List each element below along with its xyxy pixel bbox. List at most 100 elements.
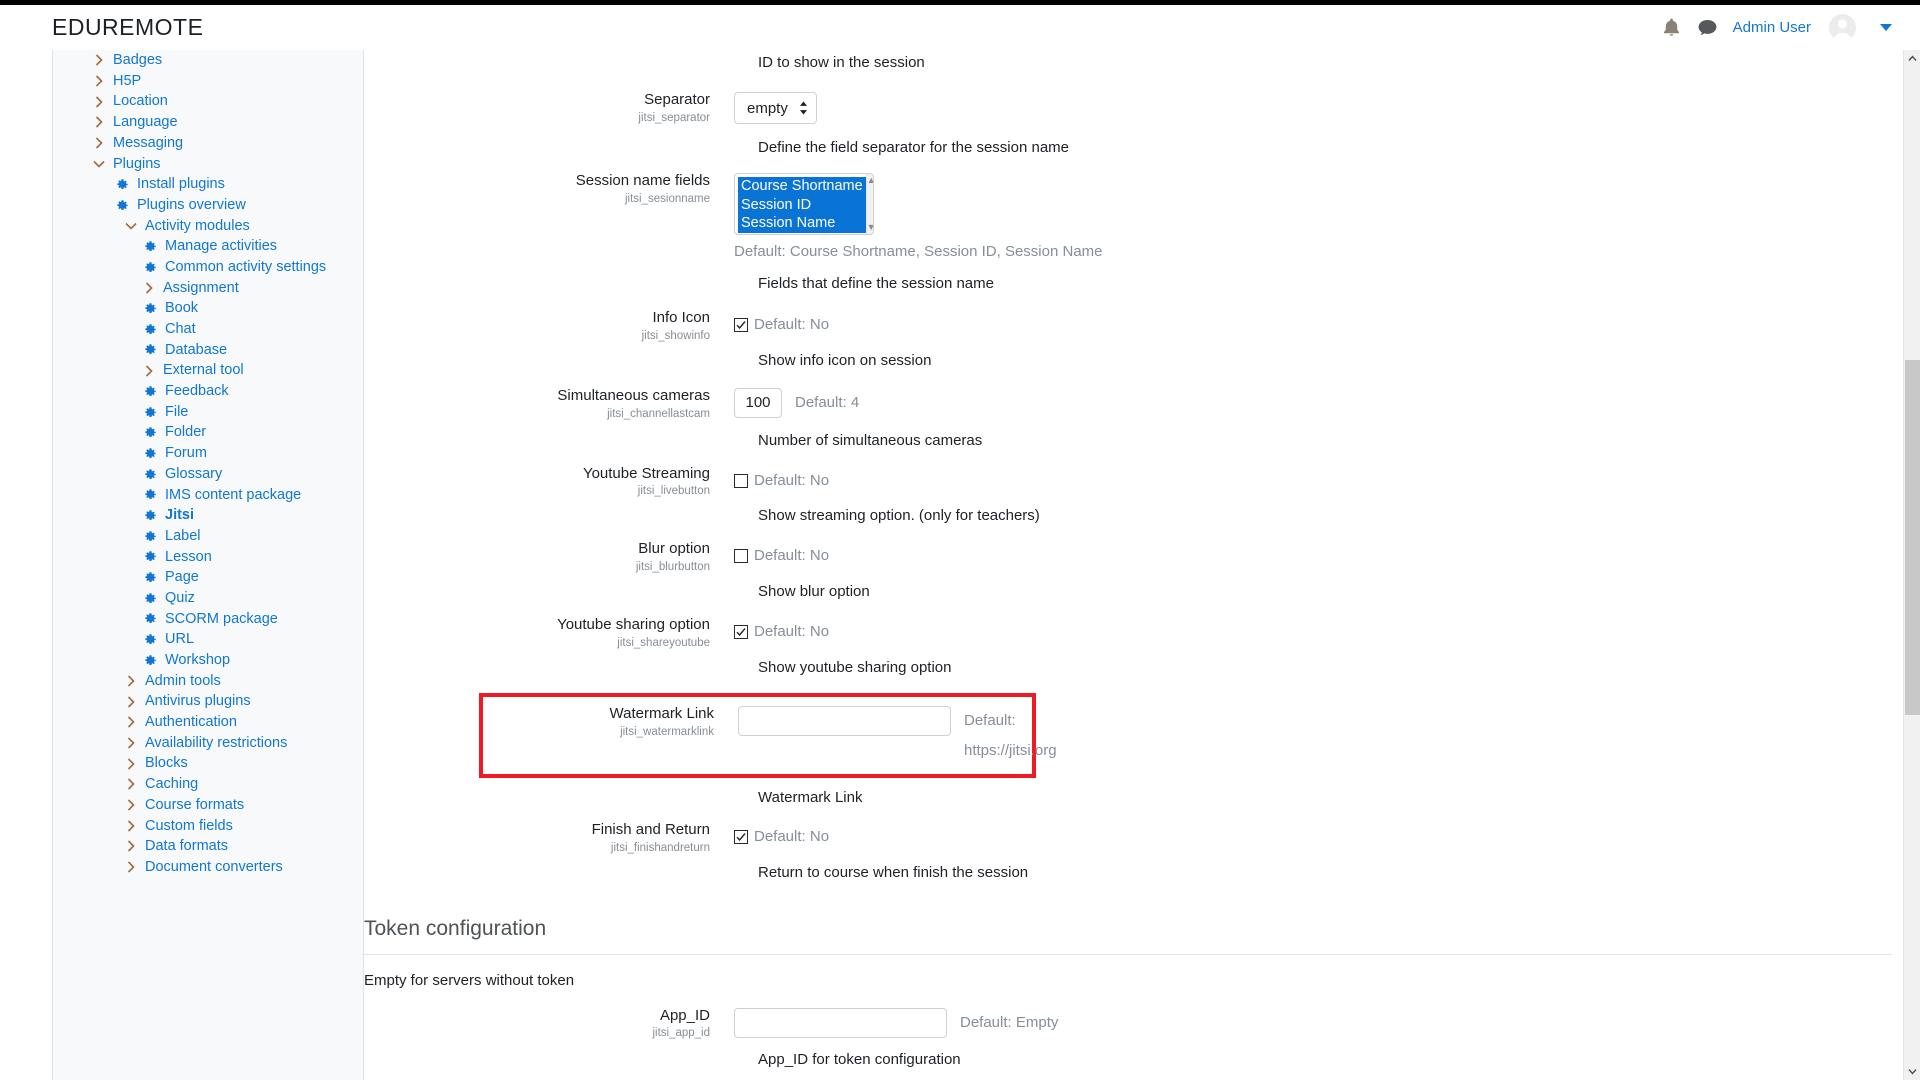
blur-label-col: Blur option jitsi_blurbutton bbox=[364, 540, 734, 573]
listbox-option[interactable]: Session ID bbox=[738, 195, 866, 214]
appid-key: jitsi_app_id bbox=[652, 1027, 710, 1040]
sidebar-item-lesson[interactable]: Lesson bbox=[53, 547, 363, 568]
sidebar-item-file[interactable]: File bbox=[53, 402, 363, 423]
sidebar-item-label: Language bbox=[113, 114, 178, 131]
sidebar-item-course-formats[interactable]: Course formats bbox=[53, 795, 363, 816]
ytshare-checkbox[interactable] bbox=[734, 625, 748, 639]
sidebar-item-feedback[interactable]: Feedback bbox=[53, 381, 363, 402]
blur-default-text: Default: No bbox=[754, 547, 830, 565]
setting-row-session-name-fields: Session name fields jitsi_sesionname Cou… bbox=[364, 172, 1920, 263]
sidebar-item-custom-fields[interactable]: Custom fields bbox=[53, 815, 363, 836]
sidebar-item-glossary[interactable]: Glossary bbox=[53, 464, 363, 485]
sidebar-item-messaging[interactable]: Messaging bbox=[53, 133, 363, 154]
sidebar-item-location[interactable]: Location bbox=[53, 91, 363, 112]
gear-icon bbox=[141, 592, 159, 605]
avatar[interactable] bbox=[1829, 14, 1856, 41]
separator-select[interactable]: empty bbox=[734, 92, 817, 124]
gear-icon bbox=[141, 385, 159, 398]
sidebar-item-quiz[interactable]: Quiz bbox=[53, 588, 363, 609]
sidebar-item-blocks[interactable]: Blocks bbox=[53, 753, 363, 774]
admin-sidebar-nav[interactable]: Badges H5P Location Language Messaging Plugin… bbox=[52, 50, 364, 1080]
sidebar-item-chat[interactable]: Chat bbox=[53, 319, 363, 340]
sidebar-item-folder[interactable]: Folder bbox=[53, 422, 363, 443]
simultaneous-cameras-input[interactable] bbox=[734, 387, 782, 418]
listbox-option[interactable]: Course Shortname bbox=[738, 177, 866, 196]
app-id-input[interactable] bbox=[734, 1007, 947, 1038]
listbox-option[interactable]: Session Name bbox=[738, 214, 866, 233]
appid-default-text: Default: Empty bbox=[960, 1013, 1059, 1031]
sidebar-item-admin-tools[interactable]: Admin tools bbox=[53, 671, 363, 692]
sidebar-item-h5p[interactable]: H5P bbox=[53, 71, 363, 92]
sidebar-item-plugins-overview[interactable]: Plugins overview bbox=[53, 195, 363, 216]
sidebar-item-database[interactable]: Database bbox=[53, 340, 363, 361]
blur-checkbox[interactable] bbox=[734, 549, 748, 564]
sidebar-item-language[interactable]: Language bbox=[53, 112, 363, 133]
setting-row-watermark-link: Watermark Link jitsi_watermarklink Defau… bbox=[483, 705, 1057, 766]
sidebar-item-ims-content-package[interactable]: IMS content package bbox=[53, 484, 363, 505]
listbox-scroll-up-icon[interactable]: ▲ bbox=[867, 176, 873, 185]
sidebar-item-page[interactable]: Page bbox=[53, 567, 363, 588]
sidebar-item-scorm-package[interactable]: SCORM package bbox=[53, 609, 363, 630]
sidebar-item-label: Jitsi bbox=[165, 507, 195, 524]
session-name-fields-listbox[interactable]: Course ShortnameSession IDSession Name ▲… bbox=[734, 173, 874, 235]
sidebar-item-label: Messaging bbox=[113, 134, 184, 151]
appid-description: App_ID for token configuration bbox=[758, 1051, 961, 1069]
scroll-up-arrow-icon[interactable] bbox=[1904, 50, 1920, 67]
site-brand[interactable]: EDUREMOTE bbox=[52, 14, 203, 41]
scrollbar-thumb[interactable] bbox=[1905, 360, 1920, 715]
sidebar-item-plugins[interactable]: Plugins bbox=[53, 153, 363, 174]
sidebar-item-label: Page bbox=[165, 569, 199, 586]
finish-checkbox-row: Default: No bbox=[734, 822, 829, 852]
sidebar-item-external-tool[interactable]: External tool bbox=[53, 360, 363, 381]
scroll-down-arrow-icon[interactable] bbox=[1904, 1063, 1920, 1080]
sidebar-item-availability-restrictions[interactable]: Availability restrictions bbox=[53, 733, 363, 754]
sidebar-item-workshop[interactable]: Workshop bbox=[53, 650, 363, 671]
sidebar-item-label[interactable]: Label bbox=[53, 526, 363, 547]
listbox-scrollbar[interactable]: ▲ ▼ bbox=[865, 174, 873, 234]
sessionname-control-col: Course ShortnameSession IDSession Name ▲… bbox=[734, 172, 1920, 263]
page-header: EDUREMOTE Admin User bbox=[0, 5, 1920, 50]
listbox-options[interactable]: Course Shortname Session ID Session Name bbox=[738, 177, 866, 233]
user-name-label[interactable]: Admin User bbox=[1733, 19, 1811, 36]
sidebar-item-activity-modules[interactable]: Activity modules bbox=[53, 216, 363, 237]
infoicon-checkbox[interactable] bbox=[734, 318, 748, 332]
token-section-divider bbox=[364, 953, 1892, 955]
ytstream-checkbox[interactable] bbox=[734, 473, 748, 488]
page-scrollbar[interactable] bbox=[1903, 50, 1920, 1080]
ytshare-control-col: Default: No bbox=[734, 616, 1920, 647]
chevron-right-icon bbox=[91, 137, 107, 149]
sidebar-item-authentication[interactable]: Authentication bbox=[53, 712, 363, 733]
finish-label-col: Finish and Return jitsi_finishandreturn bbox=[364, 821, 734, 854]
infoicon-key: jitsi_showinfo bbox=[641, 329, 710, 342]
finish-checkbox[interactable] bbox=[734, 829, 748, 844]
sidebar-item-label: Quiz bbox=[165, 589, 195, 606]
sidebar-item-book[interactable]: Book bbox=[53, 298, 363, 319]
sidebar-item-antivirus-plugins[interactable]: Antivirus plugins bbox=[53, 691, 363, 712]
sidebar-item-caching[interactable]: Caching bbox=[53, 774, 363, 795]
chevron-right-icon bbox=[123, 778, 139, 790]
sidebar-item-label: Antivirus plugins bbox=[145, 693, 251, 710]
chevron-right-icon bbox=[123, 861, 139, 873]
user-menu-chevron-down-icon[interactable] bbox=[1880, 24, 1892, 31]
sidebar-item-data-formats[interactable]: Data formats bbox=[53, 836, 363, 857]
gear-icon bbox=[113, 199, 131, 212]
setting-row-blur-option: Blur option jitsi_blurbutton Default: No bbox=[364, 540, 1920, 573]
sidebar-item-common-activity-settings[interactable]: Common activity settings bbox=[53, 257, 363, 278]
sidebar-item-forum[interactable]: Forum bbox=[53, 443, 363, 464]
sidebar-item-label: Plugins overview bbox=[137, 196, 246, 213]
message-icon[interactable] bbox=[1697, 17, 1719, 39]
listbox-scroll-down-icon[interactable]: ▼ bbox=[867, 223, 873, 232]
sidebar-item-jitsi[interactable]: Jitsi bbox=[53, 505, 363, 526]
sidebar-item-assignment[interactable]: Assignment bbox=[53, 278, 363, 299]
gear-icon bbox=[141, 633, 159, 646]
bell-icon[interactable] bbox=[1661, 17, 1683, 39]
sidebar-item-install-plugins[interactable]: Install plugins bbox=[53, 174, 363, 195]
watermark-description: Watermark Link bbox=[758, 788, 863, 806]
sidebar-item-label: Glossary bbox=[165, 465, 223, 482]
sidebar-item-manage-activities[interactable]: Manage activities bbox=[53, 236, 363, 257]
sidebar-item-url[interactable]: URL bbox=[53, 629, 363, 650]
watermark-link-input[interactable] bbox=[738, 705, 951, 736]
sidebar-item-badges[interactable]: Badges bbox=[53, 50, 363, 71]
sidebar-item-label: Location bbox=[113, 93, 168, 110]
sidebar-item-document-converters[interactable]: Document converters bbox=[53, 857, 363, 878]
